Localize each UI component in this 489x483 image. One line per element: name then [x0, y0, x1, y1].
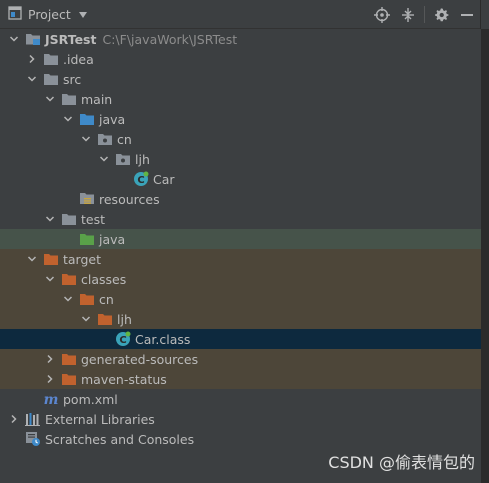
folder-icon: [42, 69, 59, 89]
project-toolbar: Project: [0, 0, 489, 29]
excluded-folder-icon: [60, 369, 77, 389]
watermark: CSDN @偷表情包的: [328, 453, 475, 472]
maven-icon: m: [42, 389, 59, 409]
chevron-right-icon[interactable]: [42, 349, 58, 369]
folder-icon: [42, 49, 59, 69]
car-label: Car: [153, 171, 175, 187]
dropdown-caret-icon[interactable]: [78, 7, 88, 22]
scrollbar-gutter[interactable]: [481, 29, 489, 483]
excluded-folder-icon: [60, 349, 77, 369]
compiled-class-icon: C: [114, 329, 131, 349]
tree-row-idea[interactable]: .idea: [0, 49, 481, 69]
java-main-label: java: [99, 111, 126, 127]
tree-row-cn[interactable]: cn: [0, 129, 481, 149]
tree-row-java-test[interactable]: java: [0, 229, 481, 249]
project-view-icon: [8, 6, 22, 23]
scratches-icon: [24, 429, 41, 449]
tree-row-java-main[interactable]: java: [0, 109, 481, 129]
maven-status-label: maven-status: [81, 371, 167, 387]
tree-row-ljh[interactable]: ljh: [0, 149, 481, 169]
tree-row-target[interactable]: target: [0, 249, 481, 269]
tree-row-car[interactable]: C Car: [0, 169, 481, 189]
tree-row-target-ljh[interactable]: ljh: [0, 309, 481, 329]
src-label: src: [63, 71, 82, 87]
folder-icon: [60, 209, 77, 229]
project-view-selector[interactable]: Project: [8, 0, 88, 29]
tree-row-scratches[interactable]: Scratches and Consoles: [0, 429, 481, 449]
excluded-folder-icon: [60, 269, 77, 289]
settings-gear-icon[interactable]: [428, 0, 454, 29]
toolbar-title: Project: [28, 7, 71, 22]
tree-row-maven-status[interactable]: maven-status: [0, 369, 481, 389]
chevron-down-icon[interactable]: [60, 289, 76, 309]
pom-label: pom.xml: [63, 391, 118, 407]
classes-label: classes: [81, 271, 127, 287]
tree-row-classes[interactable]: classes: [0, 269, 481, 289]
test-label: test: [81, 211, 106, 227]
java-class-icon: C: [132, 169, 149, 189]
external-libraries-label: External Libraries: [45, 411, 155, 427]
resources-label: resources: [99, 191, 160, 207]
main-label: main: [81, 91, 113, 107]
libraries-icon: [24, 409, 41, 429]
project-path: C:\F\javaWork\JSRTest: [102, 31, 238, 47]
toolbar-edge: [480, 0, 489, 29]
idea-label: .idea: [63, 51, 94, 67]
target-cn-label: cn: [99, 291, 114, 307]
chevron-right-icon[interactable]: [6, 409, 22, 429]
chevron-down-icon[interactable]: [78, 129, 94, 149]
chevron-down-icon[interactable]: [24, 69, 40, 89]
hide-minus-icon[interactable]: [454, 0, 480, 29]
cn-label: cn: [117, 131, 132, 147]
excluded-folder-icon: [78, 289, 95, 309]
target-label: target: [63, 251, 102, 267]
chevron-down-icon[interactable]: [42, 209, 58, 229]
excluded-folder-icon: [42, 249, 59, 269]
svg-text:C: C: [137, 175, 144, 186]
tree-row-test[interactable]: test: [0, 209, 481, 229]
car-class-label: Car.class: [135, 331, 191, 347]
tree-row-resources[interactable]: resources: [0, 189, 481, 209]
chevron-down-icon[interactable]: [42, 89, 58, 109]
folder-icon: [60, 89, 77, 109]
resources-folder-icon: [78, 189, 95, 209]
project-name: JSRTest: [45, 31, 97, 47]
svg-text:C: C: [119, 335, 126, 346]
collapse-all-icon[interactable]: [395, 0, 421, 29]
chevron-down-icon[interactable]: [24, 249, 40, 269]
tree-row-car-class[interactable]: C Car.class: [0, 329, 481, 349]
tree-row-main[interactable]: main: [0, 89, 481, 109]
java-test-label: java: [99, 231, 126, 247]
tree-row-pom[interactable]: m pom.xml: [0, 389, 481, 409]
generated-sources-label: generated-sources: [81, 351, 199, 367]
chevron-down-icon[interactable]: [42, 269, 58, 289]
tree-row-src[interactable]: src: [0, 69, 481, 89]
chevron-right-icon[interactable]: [24, 49, 40, 69]
chevron-down-icon[interactable]: [78, 309, 94, 329]
idea-name: idea: [66, 51, 94, 67]
chevron-down-icon[interactable]: [6, 29, 22, 49]
ljh-label: ljh: [135, 151, 150, 167]
chevron-down-icon[interactable]: [96, 149, 112, 169]
tree-row-external-libraries[interactable]: External Libraries: [0, 409, 481, 429]
package-icon: [114, 149, 131, 169]
chevron-down-icon[interactable]: [60, 109, 76, 129]
module-folder-icon: [24, 29, 41, 49]
excluded-folder-icon: [96, 309, 113, 329]
package-icon: [96, 129, 113, 149]
tree-row-project[interactable]: JSRTest C:\F\javaWork\JSRTest: [0, 29, 481, 49]
toolbar-separator: [424, 6, 425, 23]
chevron-right-icon[interactable]: [42, 369, 58, 389]
tree-row-generated-sources[interactable]: generated-sources: [0, 349, 481, 369]
test-source-folder-icon: [78, 229, 95, 249]
target-ljh-label: ljh: [117, 311, 132, 327]
scratches-label: Scratches and Consoles: [45, 431, 195, 447]
svg-text:m: m: [43, 392, 58, 407]
source-folder-icon: [78, 109, 95, 129]
locate-target-icon[interactable]: [369, 0, 395, 29]
tree-row-target-cn[interactable]: cn: [0, 289, 481, 309]
